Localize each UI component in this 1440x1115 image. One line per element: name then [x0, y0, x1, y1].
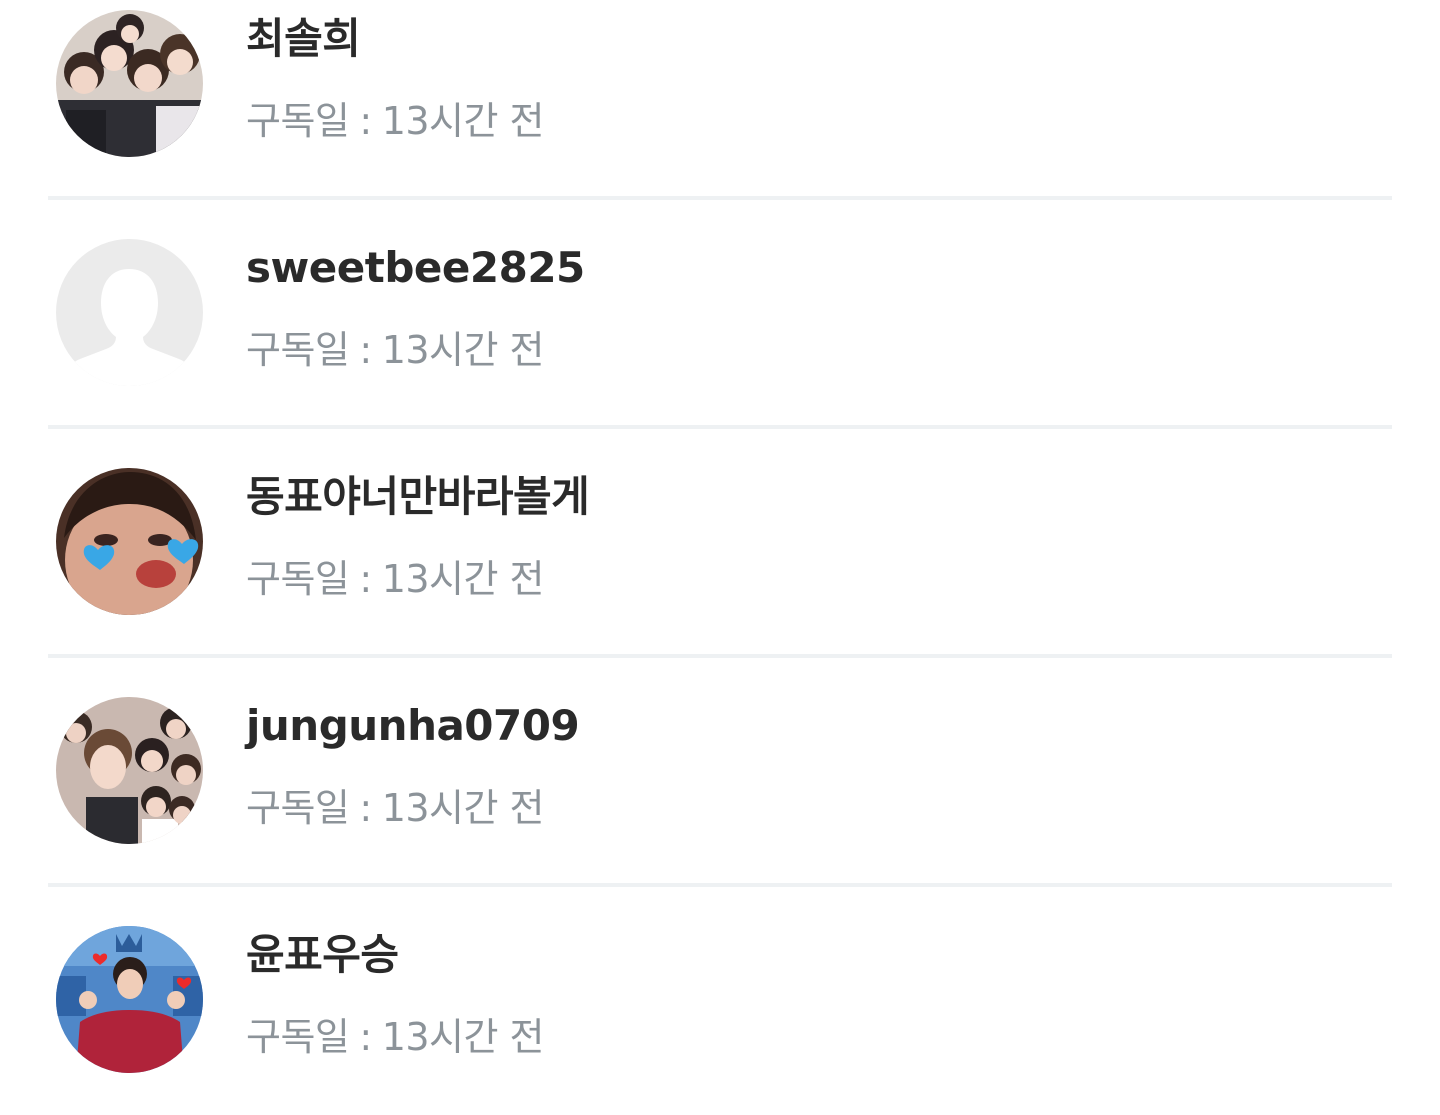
subscriber-row[interactable]: 최솔희 구독일:13시간 전 [0, 0, 1440, 199]
subscriber-name[interactable]: 최솔희 [246, 18, 361, 60]
subscribe-date-separator: : [359, 99, 372, 143]
subscriber-row[interactable]: 동표야너만바라볼게 구독일:13시간 전 [0, 428, 1440, 657]
subscribe-date: 구독일:13시간 전 [246, 557, 545, 601]
subscribe-date-label: 구독일 [246, 1015, 350, 1059]
subscribe-date-label: 구독일 [246, 99, 350, 143]
subscribe-date-label: 구독일 [246, 328, 350, 372]
row-divider [48, 654, 1392, 658]
subscribe-date-label: 구독일 [246, 557, 350, 601]
subscribe-date-value: 13시간 전 [381, 99, 545, 143]
row-divider [48, 883, 1392, 887]
group-photo-avatar[interactable] [56, 10, 203, 157]
subscribe-date-separator: : [359, 786, 372, 830]
row-divider [48, 196, 1392, 200]
subscriber-row[interactable]: 윤표우승 구독일:13시간 전 [0, 886, 1440, 1115]
subscribe-date-separator: : [359, 328, 372, 372]
subscribe-date: 구독일:13시간 전 [246, 328, 545, 372]
subscriber-name[interactable]: sweetbee2825 [246, 247, 585, 289]
subscribe-date: 구독일:13시간 전 [246, 786, 545, 830]
subscribe-date-separator: : [359, 557, 372, 601]
subscribe-date-label: 구독일 [246, 786, 350, 830]
subscriber-row[interactable]: sweetbee2825 구독일:13시간 전 [0, 199, 1440, 428]
subscribe-date-value: 13시간 전 [381, 1015, 545, 1059]
subscriber-name[interactable]: jungunha0709 [246, 705, 580, 747]
subscribe-date: 구독일:13시간 전 [246, 99, 545, 143]
subscriber-name[interactable]: 윤표우승 [246, 934, 399, 976]
subscribe-date-value: 13시간 전 [381, 557, 545, 601]
subscriber-name[interactable]: 동표야너만바라볼게 [246, 476, 590, 518]
subscribe-date: 구독일:13시간 전 [246, 1015, 545, 1059]
subscribe-date-value: 13시간 전 [381, 328, 545, 372]
person-photo-avatar[interactable] [56, 926, 203, 1073]
default-profile-avatar[interactable] [56, 239, 203, 386]
subscriber-list: 최솔희 구독일:13시간 전 sweetbee2825 구독일:13시간 전 동… [0, 0, 1440, 1080]
face-photo-avatar[interactable] [56, 468, 203, 615]
group-photo-avatar[interactable] [56, 697, 203, 844]
row-divider [48, 425, 1392, 429]
subscribe-date-separator: : [359, 1015, 372, 1059]
subscribe-date-value: 13시간 전 [381, 786, 545, 830]
subscriber-row[interactable]: jungunha0709 구독일:13시간 전 [0, 657, 1440, 886]
